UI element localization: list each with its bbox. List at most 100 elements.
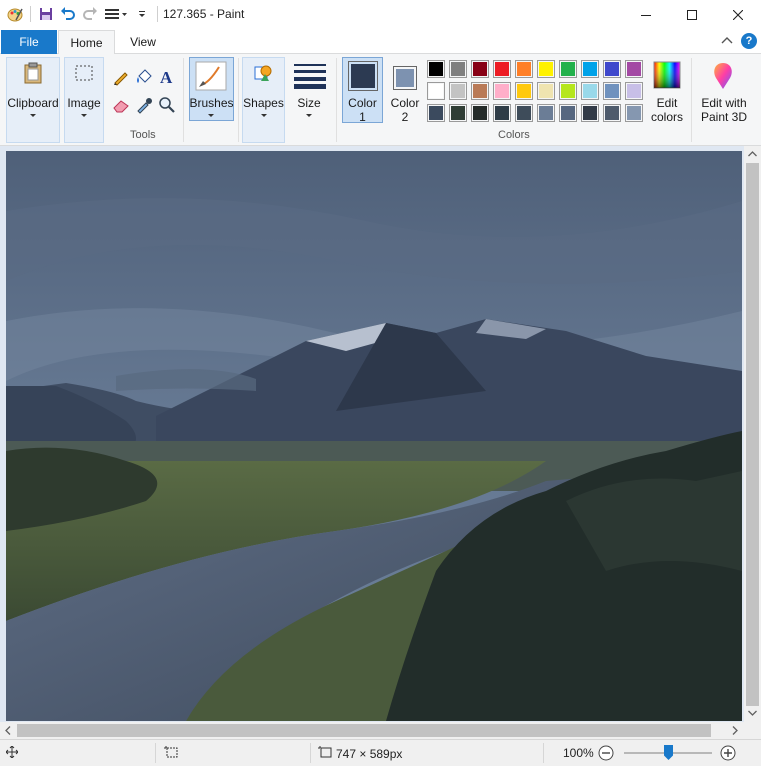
edit3d-label-line1: Edit with bbox=[701, 96, 747, 110]
tab-home[interactable]: Home bbox=[58, 30, 115, 55]
zoom-level-text: 100% bbox=[563, 746, 594, 760]
scroll-right-icon[interactable] bbox=[732, 726, 738, 735]
status-bar: 747 × 589px 100% bbox=[0, 739, 761, 766]
maximize-button[interactable] bbox=[669, 0, 715, 30]
palette-swatch[interactable] bbox=[471, 82, 489, 100]
palette-swatch[interactable] bbox=[603, 104, 621, 122]
paint-3d-icon[interactable] bbox=[708, 60, 738, 92]
palette-swatch[interactable] bbox=[625, 82, 643, 100]
window-title: 127.365 - Paint bbox=[163, 7, 245, 21]
color1-label-line1: Color bbox=[348, 96, 377, 110]
palette-swatch[interactable] bbox=[603, 60, 621, 78]
palette-swatch[interactable] bbox=[449, 104, 467, 122]
text-icon[interactable]: A bbox=[156, 66, 178, 88]
color-picker-icon[interactable] bbox=[133, 94, 155, 116]
palette-swatch[interactable] bbox=[449, 82, 467, 100]
status-separator bbox=[543, 743, 544, 763]
pencil-icon[interactable] bbox=[110, 66, 132, 88]
chevron-down-icon bbox=[208, 114, 214, 117]
clipboard-label: Clipboard bbox=[7, 96, 59, 110]
palette-swatch[interactable] bbox=[515, 60, 533, 78]
brushes-label: Brushes bbox=[189, 96, 234, 110]
ribbon-tabs: File Home View ? bbox=[0, 30, 761, 55]
palette-swatch[interactable] bbox=[559, 82, 577, 100]
horizontal-scrollbar[interactable] bbox=[0, 722, 744, 739]
palette-swatch[interactable] bbox=[427, 60, 445, 78]
edit-colors-icon[interactable] bbox=[652, 60, 682, 90]
svg-text:A: A bbox=[160, 68, 173, 86]
close-button[interactable] bbox=[715, 0, 761, 30]
collapse-ribbon-icon[interactable] bbox=[721, 34, 733, 48]
landscape-painting bbox=[6, 151, 742, 721]
chevron-down-icon bbox=[30, 114, 36, 117]
zoom-slider-thumb[interactable] bbox=[664, 745, 673, 760]
customize-menu-icon[interactable] bbox=[103, 5, 129, 23]
undo-icon[interactable] bbox=[59, 5, 77, 23]
zoom-in-icon[interactable] bbox=[720, 745, 736, 764]
edit3d-label-line2: Paint 3D bbox=[700, 110, 748, 124]
palette-swatch[interactable] bbox=[537, 104, 555, 122]
palette-swatch[interactable] bbox=[625, 60, 643, 78]
eraser-icon[interactable] bbox=[110, 94, 132, 116]
qat-separator bbox=[157, 6, 158, 22]
help-icon[interactable]: ? bbox=[741, 33, 757, 49]
horizontal-scroll-thumb[interactable] bbox=[17, 724, 711, 737]
palette-swatch[interactable] bbox=[471, 60, 489, 78]
palette-swatch[interactable] bbox=[449, 60, 467, 78]
palette-swatch[interactable] bbox=[559, 60, 577, 78]
palette-swatch[interactable] bbox=[515, 82, 533, 100]
palette-swatch[interactable] bbox=[471, 104, 489, 122]
color1-swatch bbox=[348, 61, 378, 91]
palette-swatch[interactable] bbox=[515, 104, 533, 122]
scroll-left-icon[interactable] bbox=[5, 726, 11, 735]
palette-swatch[interactable] bbox=[581, 104, 599, 122]
palette-swatch[interactable] bbox=[537, 60, 555, 78]
minimize-button[interactable] bbox=[623, 0, 669, 30]
palette-swatch[interactable] bbox=[537, 82, 555, 100]
fill-bucket-icon[interactable] bbox=[133, 66, 155, 88]
ribbon-separator bbox=[238, 58, 239, 142]
palette-swatch[interactable] bbox=[427, 82, 445, 100]
tab-view[interactable]: View bbox=[118, 30, 168, 54]
chevron-down-icon bbox=[81, 114, 87, 117]
size-lines-icon[interactable] bbox=[293, 60, 327, 90]
brush-icon bbox=[194, 60, 228, 92]
edit-colors-label-line1: Edit bbox=[656, 96, 678, 110]
color2-swatch[interactable] bbox=[393, 66, 417, 90]
paint-app-icon[interactable] bbox=[6, 5, 24, 23]
image-size-text: 747 × 589px bbox=[336, 746, 403, 761]
vertical-scroll-thumb[interactable] bbox=[746, 163, 759, 706]
selection-size-icon bbox=[164, 746, 178, 758]
clipboard-icon bbox=[22, 62, 44, 84]
zoom-out-icon[interactable] bbox=[598, 745, 614, 764]
palette-swatch[interactable] bbox=[581, 60, 599, 78]
palette-swatch[interactable] bbox=[493, 82, 511, 100]
palette-swatch[interactable] bbox=[625, 104, 643, 122]
tools-group-title: Tools bbox=[130, 129, 156, 141]
size-label: Size bbox=[297, 96, 321, 110]
ribbon-separator bbox=[691, 58, 692, 142]
status-separator bbox=[310, 743, 311, 763]
quick-access-toolbar bbox=[6, 5, 160, 23]
palette-swatch[interactable] bbox=[559, 104, 577, 122]
palette-swatch[interactable] bbox=[581, 82, 599, 100]
save-icon[interactable] bbox=[37, 5, 55, 23]
qat-separator bbox=[30, 6, 31, 22]
chevron-down-icon bbox=[261, 114, 267, 117]
qat-dropdown-icon[interactable] bbox=[133, 5, 151, 23]
tab-file[interactable]: File bbox=[1, 30, 57, 54]
palette-swatch[interactable] bbox=[427, 104, 445, 122]
colors-group-title: Colors bbox=[498, 129, 530, 141]
palette-swatch[interactable] bbox=[603, 82, 621, 100]
scroll-up-icon[interactable] bbox=[748, 151, 757, 157]
ribbon: Clipboard Image A Tools Brushes Shapes S… bbox=[0, 54, 761, 146]
palette-swatch[interactable] bbox=[493, 104, 511, 122]
scroll-down-icon[interactable] bbox=[748, 710, 757, 716]
shapes-icon bbox=[252, 62, 274, 84]
palette-swatch[interactable] bbox=[493, 60, 511, 78]
magnifier-icon[interactable] bbox=[156, 94, 178, 116]
drawing-canvas[interactable] bbox=[6, 151, 742, 721]
vertical-scrollbar[interactable] bbox=[744, 146, 761, 722]
image-label: Image bbox=[67, 96, 101, 110]
redo-icon[interactable] bbox=[81, 5, 99, 23]
